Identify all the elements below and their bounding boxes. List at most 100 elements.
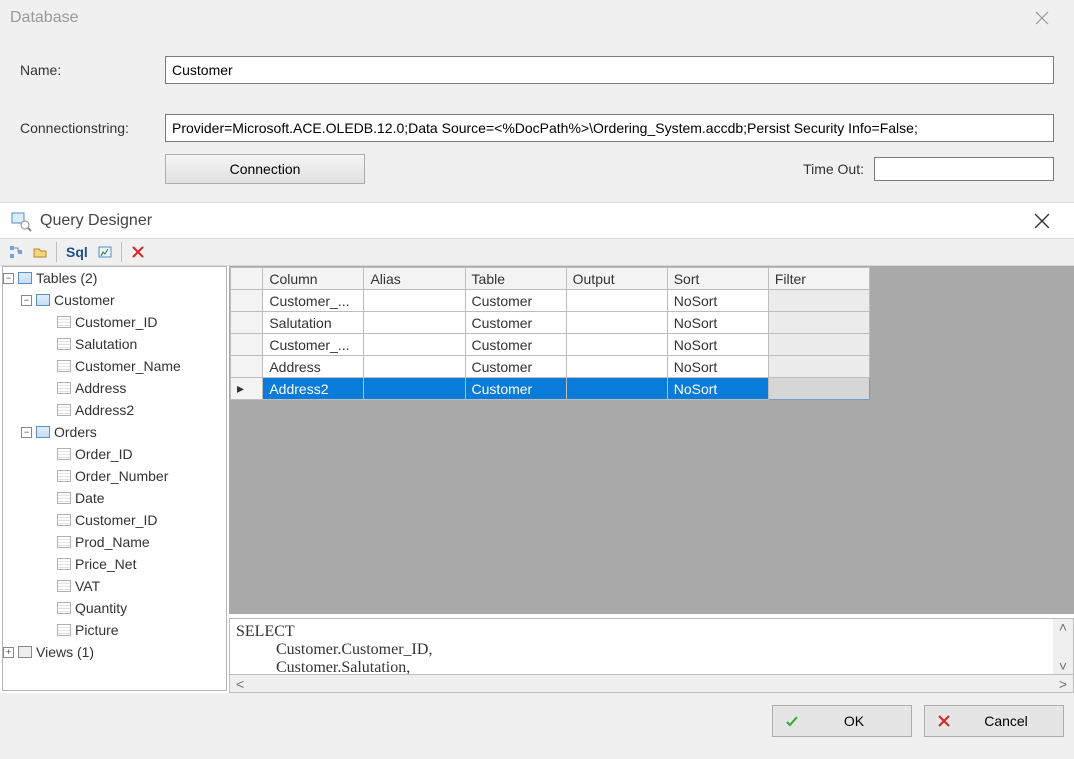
grid-cell-column[interactable]: Customer_... [263,290,364,312]
grid-row[interactable]: Salutation Customer NoSort [231,312,870,334]
grid-cell-sort[interactable]: NoSort [667,378,768,400]
tree-field-quantity[interactable]: Quantity [57,597,226,619]
tree-field-label: Salutation [75,333,137,355]
cancel-button[interactable]: Cancel [924,705,1064,737]
grid-row[interactable]: Customer_... Customer NoSort [231,334,870,356]
grid-cell-filter[interactable] [768,312,869,334]
query-designer-title: Query Designer [40,212,1020,230]
timeout-label: Time Out: [803,161,864,177]
name-input[interactable] [165,56,1054,84]
grid-row[interactable]: ▸Address2 Customer NoSort [231,378,870,400]
tree-root-tables[interactable]: −Tables (2) [3,267,226,289]
grid-cell-table[interactable]: Customer [465,378,566,400]
row-header[interactable] [231,312,263,334]
grid-row[interactable]: Address Customer NoSort [231,356,870,378]
grid-cell-output[interactable] [566,356,667,378]
grid-cell-output[interactable] [566,290,667,312]
grid-cell-table[interactable]: Customer [465,356,566,378]
sql-text[interactable]: SELECT Customer.Customer_ID, Customer.Sa… [230,619,1053,674]
grid-cell-column[interactable]: Customer_... [263,334,364,356]
tree-field-picture[interactable]: Picture [57,619,226,641]
toolbar-sql-button[interactable]: Sql [63,242,91,262]
row-header[interactable] [231,356,263,378]
name-label: Name: [10,62,165,78]
toolbar-delete-button[interactable] [128,242,148,262]
grid-row[interactable]: Customer_... Customer NoSort [231,290,870,312]
grid-header-column[interactable]: Column [263,268,364,290]
row-header[interactable] [231,334,263,356]
delete-icon [131,245,145,259]
database-close-button[interactable] [1020,0,1064,36]
grid-header-sort[interactable]: Sort [667,268,768,290]
tree-field-customer-id[interactable]: Customer_ID [57,311,226,333]
connection-button[interactable]: Connection [165,154,365,184]
timeout-input[interactable] [874,157,1054,181]
grid-cell-filter[interactable] [768,356,869,378]
grid-cell-column[interactable]: Address [263,356,364,378]
grid-cell-table[interactable]: Customer [465,334,566,356]
database-form: Name: Connectionstring: Connection Time … [0,36,1074,202]
sql-scrollbar-v[interactable]: ˄ ˅ [1053,619,1073,674]
tree-table-orders[interactable]: −Orders [21,421,226,443]
tree-field-salutation[interactable]: Salutation [57,333,226,355]
connectionstring-input[interactable] [165,114,1054,142]
row-header[interactable]: ▸ [231,378,263,400]
grid-cell-filter[interactable] [768,290,869,312]
toolbar-run-button[interactable] [95,242,115,262]
grid-cell-alias[interactable] [364,356,465,378]
tree-field-order-number[interactable]: Order_Number [57,465,226,487]
grid-cell-sort[interactable]: NoSort [667,334,768,356]
tree-field-address[interactable]: Address [57,377,226,399]
sql-scrollbar-h[interactable]: < > [229,675,1074,693]
grid-header-alias[interactable]: Alias [364,268,465,290]
tree-field-address2[interactable]: Address2 [57,399,226,421]
grid-cell-alias[interactable] [364,312,465,334]
tree-table-customer[interactable]: −Customer [21,289,226,311]
grid-cell-alias[interactable] [364,290,465,312]
tree-field-label: Date [75,487,105,509]
field-icon [57,448,71,460]
grid-cell-output[interactable] [566,334,667,356]
field-icon [57,624,71,636]
tree-field-label: Order_Number [75,465,168,487]
row-header[interactable] [231,290,263,312]
grid-cell-table[interactable]: Customer [465,312,566,334]
tree-field-customer-name[interactable]: Customer_Name [57,355,226,377]
tree-table-label: Orders [54,421,97,443]
grid-header: Column Alias Table Output Sort Filter [231,268,870,290]
grid-cell-table[interactable]: Customer [465,290,566,312]
tree-field-label: Customer_Name [75,355,181,377]
grid-cell-column[interactable]: Address2 [263,378,364,400]
grid-cell-alias[interactable] [364,334,465,356]
grid-cell-alias[interactable] [364,378,465,400]
grid-cell-column[interactable]: Salutation [263,312,364,334]
grid-cell-filter[interactable] [768,378,869,400]
tree-field-order-id[interactable]: Order_ID [57,443,226,465]
query-grid[interactable]: Column Alias Table Output Sort Filter Cu… [229,266,1074,614]
tree-field-customer-id[interactable]: Customer_ID [57,509,226,531]
grid-cell-sort[interactable]: NoSort [667,356,768,378]
tree-field-date[interactable]: Date [57,487,226,509]
tables-tree[interactable]: −Tables (2) −Customer Customer_ID Saluta… [2,266,227,691]
grid-cell-output[interactable] [566,312,667,334]
tree-field-prod-name[interactable]: Prod_Name [57,531,226,553]
grid-cell-sort[interactable]: NoSort [667,290,768,312]
scroll-down-icon: ˅ [1059,658,1067,674]
ok-button[interactable]: OK [772,705,912,737]
grid-cell-sort[interactable]: NoSort [667,312,768,334]
tree-field-price-net[interactable]: Price_Net [57,553,226,575]
toolbar-open-button[interactable] [30,242,50,262]
scroll-left-icon: < [236,676,244,692]
query-designer-close-button[interactable] [1020,203,1064,239]
grid-header-table[interactable]: Table [465,268,566,290]
grid-header-output[interactable]: Output [566,268,667,290]
toolbar-tree-button[interactable] [6,242,26,262]
grid-cell-filter[interactable] [768,334,869,356]
grid-header-filter[interactable]: Filter [768,268,869,290]
field-icon [57,602,71,614]
tree-field-vat[interactable]: VAT [57,575,226,597]
grid-cell-output[interactable] [566,378,667,400]
field-icon [57,558,71,570]
tree-root-views[interactable]: +Views (1) [3,641,226,663]
tree-field-label: Address [75,377,126,399]
